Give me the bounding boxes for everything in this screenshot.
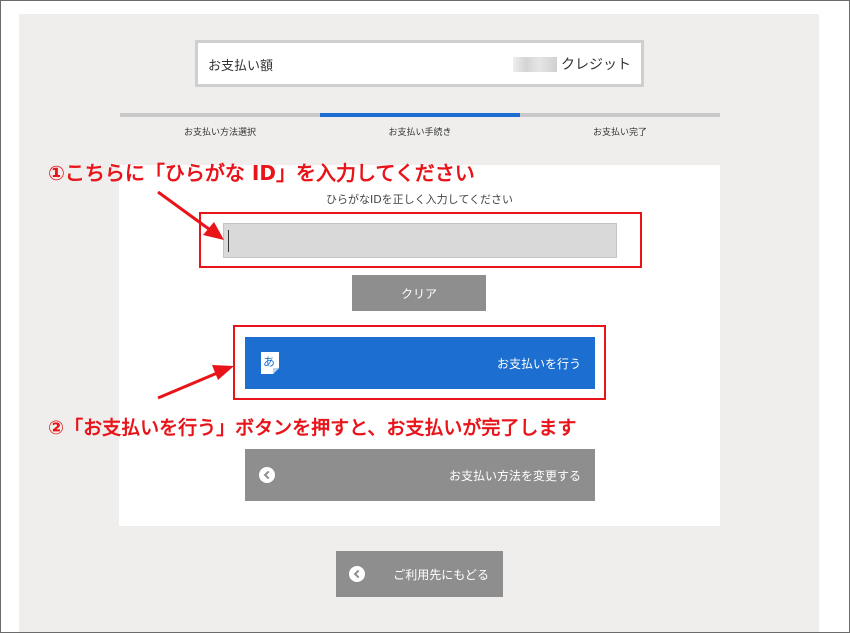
arrow-to-pay-button: [157, 365, 234, 400]
annotation-arrows: [157, 190, 234, 400]
annotation-step-1: ①こちらに「ひらがな ID」を入力してください: [48, 161, 475, 185]
arrow-to-input: [157, 190, 224, 240]
annotation-step-2: ②「お支払いを行う」ボタンを押すと、お支払いが完了します: [48, 417, 577, 439]
